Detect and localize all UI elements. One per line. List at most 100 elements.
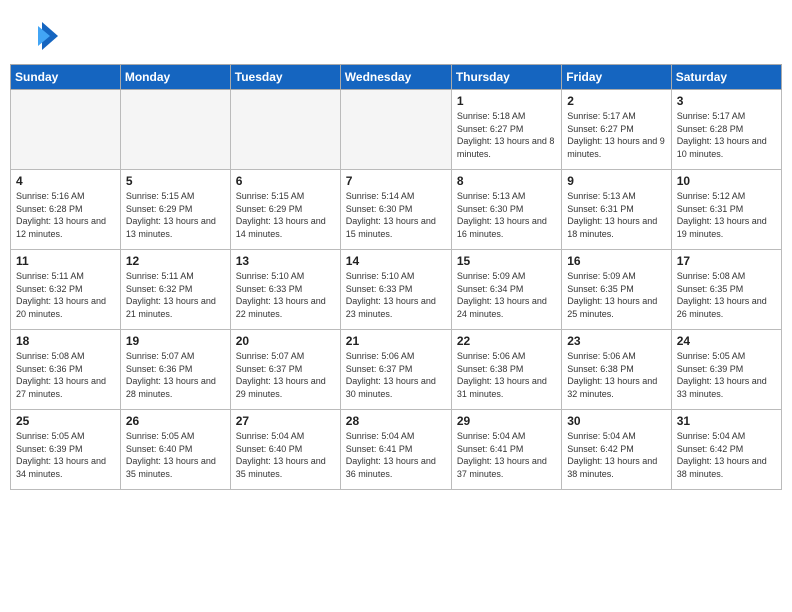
day-number: 1 [457, 94, 556, 108]
logo [22, 18, 60, 54]
day-number: 5 [126, 174, 225, 188]
day-info: Sunrise: 5:04 AMSunset: 6:41 PMDaylight:… [457, 430, 556, 480]
calendar-week-3: 11 Sunrise: 5:11 AMSunset: 6:32 PMDayligh… [11, 250, 782, 330]
day-number: 2 [567, 94, 665, 108]
day-info: Sunrise: 5:09 AMSunset: 6:35 PMDaylight:… [567, 270, 665, 320]
day-info: Sunrise: 5:04 AMSunset: 6:40 PMDaylight:… [236, 430, 335, 480]
day-number: 26 [126, 414, 225, 428]
day-number: 18 [16, 334, 115, 348]
calendar-cell [230, 90, 340, 170]
day-number: 9 [567, 174, 665, 188]
weekday-header-row: SundayMondayTuesdayWednesdayThursdayFrid… [11, 65, 782, 90]
day-number: 12 [126, 254, 225, 268]
day-info: Sunrise: 5:10 AMSunset: 6:33 PMDaylight:… [346, 270, 446, 320]
day-info: Sunrise: 5:07 AMSunset: 6:36 PMDaylight:… [126, 350, 225, 400]
day-info: Sunrise: 5:06 AMSunset: 6:38 PMDaylight:… [567, 350, 665, 400]
calendar-cell: 24 Sunrise: 5:05 AMSunset: 6:39 PMDayligh… [671, 330, 781, 410]
calendar-week-2: 4 Sunrise: 5:16 AMSunset: 6:28 PMDaylight… [11, 170, 782, 250]
day-number: 16 [567, 254, 665, 268]
calendar-cell: 4 Sunrise: 5:16 AMSunset: 6:28 PMDaylight… [11, 170, 121, 250]
day-number: 11 [16, 254, 115, 268]
day-number: 15 [457, 254, 556, 268]
page-header [10, 10, 782, 58]
day-number: 24 [677, 334, 776, 348]
calendar-cell: 28 Sunrise: 5:04 AMSunset: 6:41 PMDayligh… [340, 410, 451, 490]
day-info: Sunrise: 5:06 AMSunset: 6:37 PMDaylight:… [346, 350, 446, 400]
calendar-cell: 7 Sunrise: 5:14 AMSunset: 6:30 PMDaylight… [340, 170, 451, 250]
calendar-cell: 1 Sunrise: 5:18 AMSunset: 6:27 PMDaylight… [451, 90, 561, 170]
day-number: 29 [457, 414, 556, 428]
day-number: 19 [126, 334, 225, 348]
day-number: 7 [346, 174, 446, 188]
day-number: 10 [677, 174, 776, 188]
weekday-header-wednesday: Wednesday [340, 65, 451, 90]
calendar-week-5: 25Sunrise: 5:05 AMSunset: 6:39 PMDayligh… [11, 410, 782, 490]
calendar-cell: 20 Sunrise: 5:07 AMSunset: 6:37 PMDayligh… [230, 330, 340, 410]
calendar-cell [340, 90, 451, 170]
calendar-cell: 13 Sunrise: 5:10 AMSunset: 6:33 PMDayligh… [230, 250, 340, 330]
calendar-cell: 10 Sunrise: 5:12 AMSunset: 6:31 PMDayligh… [671, 170, 781, 250]
calendar-cell: 18Sunrise: 5:08 AMSunset: 6:36 PMDayligh… [11, 330, 121, 410]
weekday-header-sunday: Sunday [11, 65, 121, 90]
day-info: Sunrise: 5:06 AMSunset: 6:38 PMDaylight:… [457, 350, 556, 400]
calendar-cell: 30 Sunrise: 5:04 AMSunset: 6:42 PMDayligh… [562, 410, 671, 490]
calendar-cell: 11 Sunrise: 5:11 AMSunset: 6:32 PMDayligh… [11, 250, 121, 330]
calendar-cell: 29 Sunrise: 5:04 AMSunset: 6:41 PMDayligh… [451, 410, 561, 490]
day-info: Sunrise: 5:13 AMSunset: 6:30 PMDaylight:… [457, 190, 556, 240]
weekday-header-saturday: Saturday [671, 65, 781, 90]
day-info: Sunrise: 5:15 AMSunset: 6:29 PMDaylight:… [126, 190, 225, 240]
calendar-cell: 23 Sunrise: 5:06 AMSunset: 6:38 PMDayligh… [562, 330, 671, 410]
day-info: Sunrise: 5:16 AMSunset: 6:28 PMDaylight:… [16, 190, 115, 240]
calendar-cell: 9 Sunrise: 5:13 AMSunset: 6:31 PMDaylight… [562, 170, 671, 250]
calendar-week-1: 1 Sunrise: 5:18 AMSunset: 6:27 PMDaylight… [11, 90, 782, 170]
day-number: 21 [346, 334, 446, 348]
day-info: Sunrise: 5:05 AMSunset: 6:40 PMDaylight:… [126, 430, 225, 480]
day-number: 30 [567, 414, 665, 428]
calendar-body: 1 Sunrise: 5:18 AMSunset: 6:27 PMDaylight… [11, 90, 782, 490]
day-number: 23 [567, 334, 665, 348]
calendar-week-4: 18Sunrise: 5:08 AMSunset: 6:36 PMDayligh… [11, 330, 782, 410]
day-info: Sunrise: 5:11 AMSunset: 6:32 PMDaylight:… [16, 270, 115, 320]
calendar-cell: 15 Sunrise: 5:09 AMSunset: 6:34 PMDayligh… [451, 250, 561, 330]
calendar-cell: 19 Sunrise: 5:07 AMSunset: 6:36 PMDayligh… [120, 330, 230, 410]
weekday-header-tuesday: Tuesday [230, 65, 340, 90]
calendar-cell: 26 Sunrise: 5:05 AMSunset: 6:40 PMDayligh… [120, 410, 230, 490]
weekday-header-monday: Monday [120, 65, 230, 90]
calendar-cell [120, 90, 230, 170]
calendar-cell: 22 Sunrise: 5:06 AMSunset: 6:38 PMDayligh… [451, 330, 561, 410]
day-info: Sunrise: 5:15 AMSunset: 6:29 PMDaylight:… [236, 190, 335, 240]
day-info: Sunrise: 5:07 AMSunset: 6:37 PMDaylight:… [236, 350, 335, 400]
calendar-cell: 6 Sunrise: 5:15 AMSunset: 6:29 PMDaylight… [230, 170, 340, 250]
calendar-cell: 31Sunrise: 5:04 AMSunset: 6:42 PMDayligh… [671, 410, 781, 490]
weekday-header-thursday: Thursday [451, 65, 561, 90]
calendar-cell: 21 Sunrise: 5:06 AMSunset: 6:37 PMDayligh… [340, 330, 451, 410]
day-info: Sunrise: 5:14 AMSunset: 6:30 PMDaylight:… [346, 190, 446, 240]
day-info: Sunrise: 5:04 AMSunset: 6:41 PMDaylight:… [346, 430, 446, 480]
day-info: Sunrise: 5:04 AMSunset: 6:42 PMDaylight:… [567, 430, 665, 480]
day-info: Sunrise: 5:17 AMSunset: 6:28 PMDaylight:… [677, 110, 776, 160]
day-info: Sunrise: 5:18 AMSunset: 6:27 PMDaylight:… [457, 110, 556, 160]
day-info: Sunrise: 5:05 AMSunset: 6:39 PMDaylight:… [677, 350, 776, 400]
day-number: 6 [236, 174, 335, 188]
day-number: 20 [236, 334, 335, 348]
calendar-cell: 16 Sunrise: 5:09 AMSunset: 6:35 PMDayligh… [562, 250, 671, 330]
day-number: 28 [346, 414, 446, 428]
calendar-cell: 25Sunrise: 5:05 AMSunset: 6:39 PMDayligh… [11, 410, 121, 490]
day-number: 13 [236, 254, 335, 268]
day-info: Sunrise: 5:04 AMSunset: 6:42 PMDaylight:… [677, 430, 776, 480]
day-number: 4 [16, 174, 115, 188]
calendar-cell: 27 Sunrise: 5:04 AMSunset: 6:40 PMDayligh… [230, 410, 340, 490]
day-info: Sunrise: 5:08 AMSunset: 6:35 PMDaylight:… [677, 270, 776, 320]
day-info: Sunrise: 5:10 AMSunset: 6:33 PMDaylight:… [236, 270, 335, 320]
day-number: 22 [457, 334, 556, 348]
calendar-cell: 3 Sunrise: 5:17 AMSunset: 6:28 PMDaylight… [671, 90, 781, 170]
day-info: Sunrise: 5:12 AMSunset: 6:31 PMDaylight:… [677, 190, 776, 240]
calendar-table: SundayMondayTuesdayWednesdayThursdayFrid… [10, 64, 782, 490]
calendar-cell [11, 90, 121, 170]
day-number: 25 [16, 414, 115, 428]
day-number: 27 [236, 414, 335, 428]
day-number: 8 [457, 174, 556, 188]
day-info: Sunrise: 5:09 AMSunset: 6:34 PMDaylight:… [457, 270, 556, 320]
day-info: Sunrise: 5:13 AMSunset: 6:31 PMDaylight:… [567, 190, 665, 240]
day-number: 3 [677, 94, 776, 108]
